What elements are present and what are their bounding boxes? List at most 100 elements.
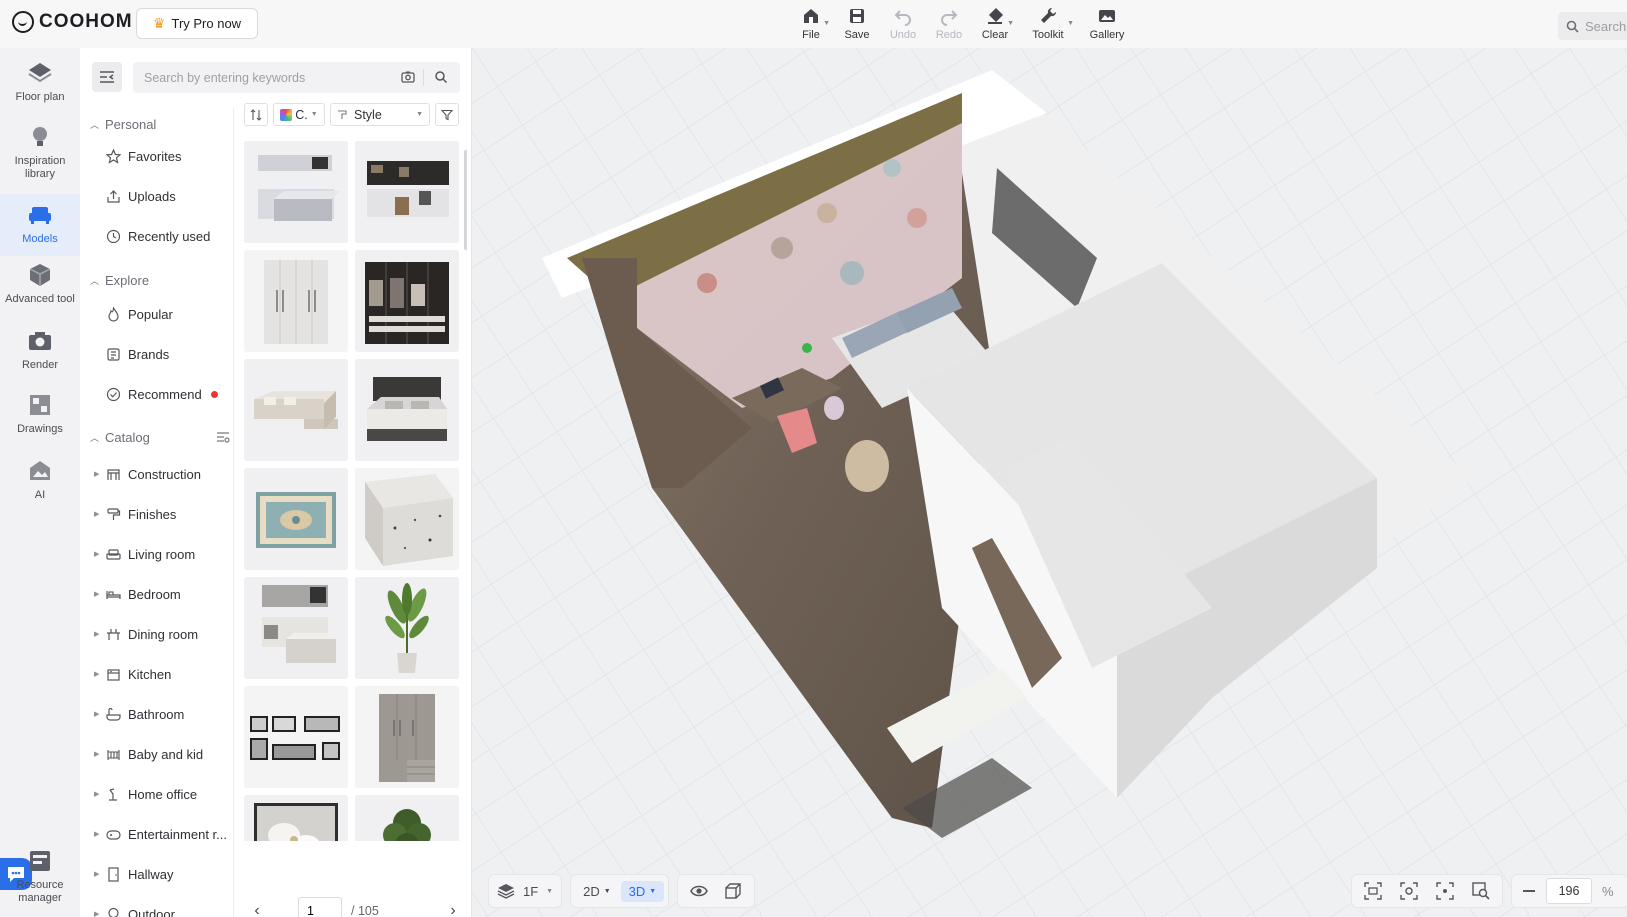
product-tile-frame-gallery[interactable] [244, 686, 348, 788]
try-pro-label: Try Pro now [171, 16, 242, 31]
rail-resource-manager[interactable]: Resource manager [0, 848, 80, 910]
grid-scrollbar[interactable] [464, 150, 467, 250]
gallery-button[interactable]: Gallery [1078, 4, 1136, 44]
collapse-icon [100, 71, 114, 83]
product-tile-area-rug[interactable] [244, 468, 348, 570]
view-cube-button[interactable] [718, 877, 748, 905]
sort-button[interactable] [244, 103, 268, 126]
top-search-box[interactable]: Search [1558, 12, 1627, 40]
page-number-input[interactable] [298, 897, 342, 917]
product-tile-kitchen-set-dark[interactable] [355, 141, 459, 243]
model-search-input[interactable] [133, 62, 393, 93]
product-tile-flower-painting[interactable] [244, 795, 348, 841]
nav-hallway[interactable]: ▶ Hallway [80, 856, 233, 892]
toolbox-icon [29, 264, 51, 286]
nav-uploads[interactable]: Uploads [80, 178, 233, 214]
upload-icon [107, 189, 120, 203]
rail-render[interactable]: Render [0, 328, 80, 386]
nav-popular[interactable]: Popular [80, 296, 233, 332]
3d-viewport[interactable] [472, 48, 1627, 917]
toolkit-button[interactable]: Toolkit ▼ [1018, 4, 1078, 44]
try-pro-button[interactable]: ♛ Try Pro now [136, 8, 258, 39]
product-tile-kitchen-island[interactable] [244, 577, 348, 679]
coohom-logo[interactable]: COOHOM [12, 11, 133, 33]
redo-icon [941, 10, 958, 26]
color-filter-dropdown[interactable]: C. ▼ [273, 103, 325, 126]
tree-icon [108, 907, 119, 917]
wardrobe-thumbnail [244, 250, 348, 352]
image-search-icon[interactable] [401, 70, 415, 84]
nav-bathroom[interactable]: ▶ Bathroom [80, 696, 233, 732]
product-tile-terrazzo-table[interactable] [355, 468, 459, 570]
catalog-settings-icon[interactable] [216, 431, 230, 443]
rail-ai[interactable]: AI [0, 458, 80, 516]
door-icon [108, 866, 119, 882]
section-personal[interactable]: ︿ Personal [80, 108, 233, 140]
advanced-filter-button[interactable] [435, 103, 459, 126]
product-tile-wardrobe-gray[interactable] [355, 686, 459, 788]
next-page-icon[interactable]: › [440, 902, 466, 917]
rail-drawings[interactable]: Drawings [0, 392, 80, 452]
camera-settings-button[interactable] [1394, 877, 1424, 905]
product-tile-wardrobe-dark[interactable] [355, 250, 459, 352]
nav-outdoor[interactable]: ▶ Outdoor [80, 896, 233, 917]
nav-construction[interactable]: ▶ Construction [80, 456, 233, 492]
undo-button[interactable]: Undo [880, 4, 926, 44]
product-tile-tree-plant[interactable] [355, 795, 459, 841]
rail-floor-plan[interactable]: Floor plan [0, 60, 80, 120]
product-tile-wardrobe-white[interactable] [244, 250, 348, 352]
rail-advanced-tool[interactable]: Advanced tool [0, 262, 80, 320]
redo-button[interactable]: Redo [926, 4, 972, 44]
nav-kitchen[interactable]: ▶ Kitchen [80, 656, 233, 692]
main-toolbar: File ▼ Save Undo Redo Clear ▼ Toolkit ▼ … [788, 4, 1136, 44]
category-nav: ︿ Personal Favorites Uploads Recently us… [80, 108, 234, 917]
collapse-panel-button[interactable] [92, 62, 122, 92]
pouf [845, 440, 889, 492]
notification-dot [210, 390, 218, 398]
product-tile-sectional-sofa[interactable] [244, 359, 348, 461]
product-tile-kitchen-set-gray[interactable] [244, 141, 348, 243]
prev-page-icon[interactable]: ‹ [244, 902, 270, 917]
chevron-down-icon: ▼ [546, 887, 554, 895]
nav-brands[interactable]: Brands [80, 336, 233, 372]
rail-inspiration-library[interactable]: Inspiration library [0, 124, 80, 190]
nav-entertainment-room[interactable]: ▶ Entertainment r... [80, 816, 233, 852]
fit-view-button[interactable] [1358, 877, 1388, 905]
visibility-button[interactable] [684, 877, 714, 905]
rail-models[interactable]: Models [0, 194, 80, 256]
top-bar: COOHOM ♛ Try Pro now File ▼ Save Undo Re… [0, 0, 1627, 48]
product-tile-potted-plant[interactable] [355, 577, 459, 679]
file-menu-button[interactable]: File ▼ [788, 4, 834, 44]
section-explore[interactable]: ︿ Explore [80, 264, 233, 296]
paint-roller-icon [107, 507, 121, 520]
mode-2d-button[interactable]: 2D ▼ [575, 881, 619, 902]
style-filter-dropdown[interactable]: Style ▼ [330, 103, 430, 126]
nav-bedroom[interactable]: ▶ Bedroom [80, 576, 233, 612]
focus-button[interactable] [1430, 877, 1460, 905]
chevron-down-icon: ▼ [823, 20, 830, 27]
nav-recommend[interactable]: Recommend [80, 376, 233, 412]
product-tile-double-bed[interactable] [355, 359, 459, 461]
nav-bedroom-label: Bedroom [128, 586, 181, 602]
zoom-out-button[interactable] [1518, 877, 1540, 905]
nav-recently-used[interactable]: Recently used [80, 218, 233, 254]
zoom-region-button[interactable] [1466, 877, 1496, 905]
mode-3d-button[interactable]: 3D ▼ [620, 880, 665, 902]
caret-right-icon: ▶ [94, 511, 100, 518]
search-divider [423, 69, 424, 86]
save-button[interactable]: Save [834, 4, 880, 44]
section-catalog[interactable]: ︿ Catalog [80, 421, 230, 453]
floor-selector[interactable]: 1F ▼ [488, 874, 563, 908]
wrench-icon [1041, 7, 1057, 23]
nav-living-room[interactable]: ▶ Living room [80, 536, 233, 572]
zoom-level-field[interactable]: 196 [1546, 878, 1592, 904]
nav-baby-and-kid[interactable]: ▶ Baby and kid [80, 736, 233, 772]
zoom-value: 196 [1558, 884, 1580, 898]
nav-finishes[interactable]: ▶ Finishes [80, 496, 233, 532]
search-icon[interactable] [434, 70, 448, 84]
nav-dining-room[interactable]: ▶ Dining room [80, 616, 233, 652]
clear-button[interactable]: Clear ▼ [972, 4, 1018, 44]
nav-favorites[interactable]: Favorites [80, 138, 233, 174]
product-browser: C. ▼ Style ▼ ‹ 1 / 105 › [234, 103, 472, 917]
nav-home-office[interactable]: ▶ Home office [80, 776, 233, 812]
